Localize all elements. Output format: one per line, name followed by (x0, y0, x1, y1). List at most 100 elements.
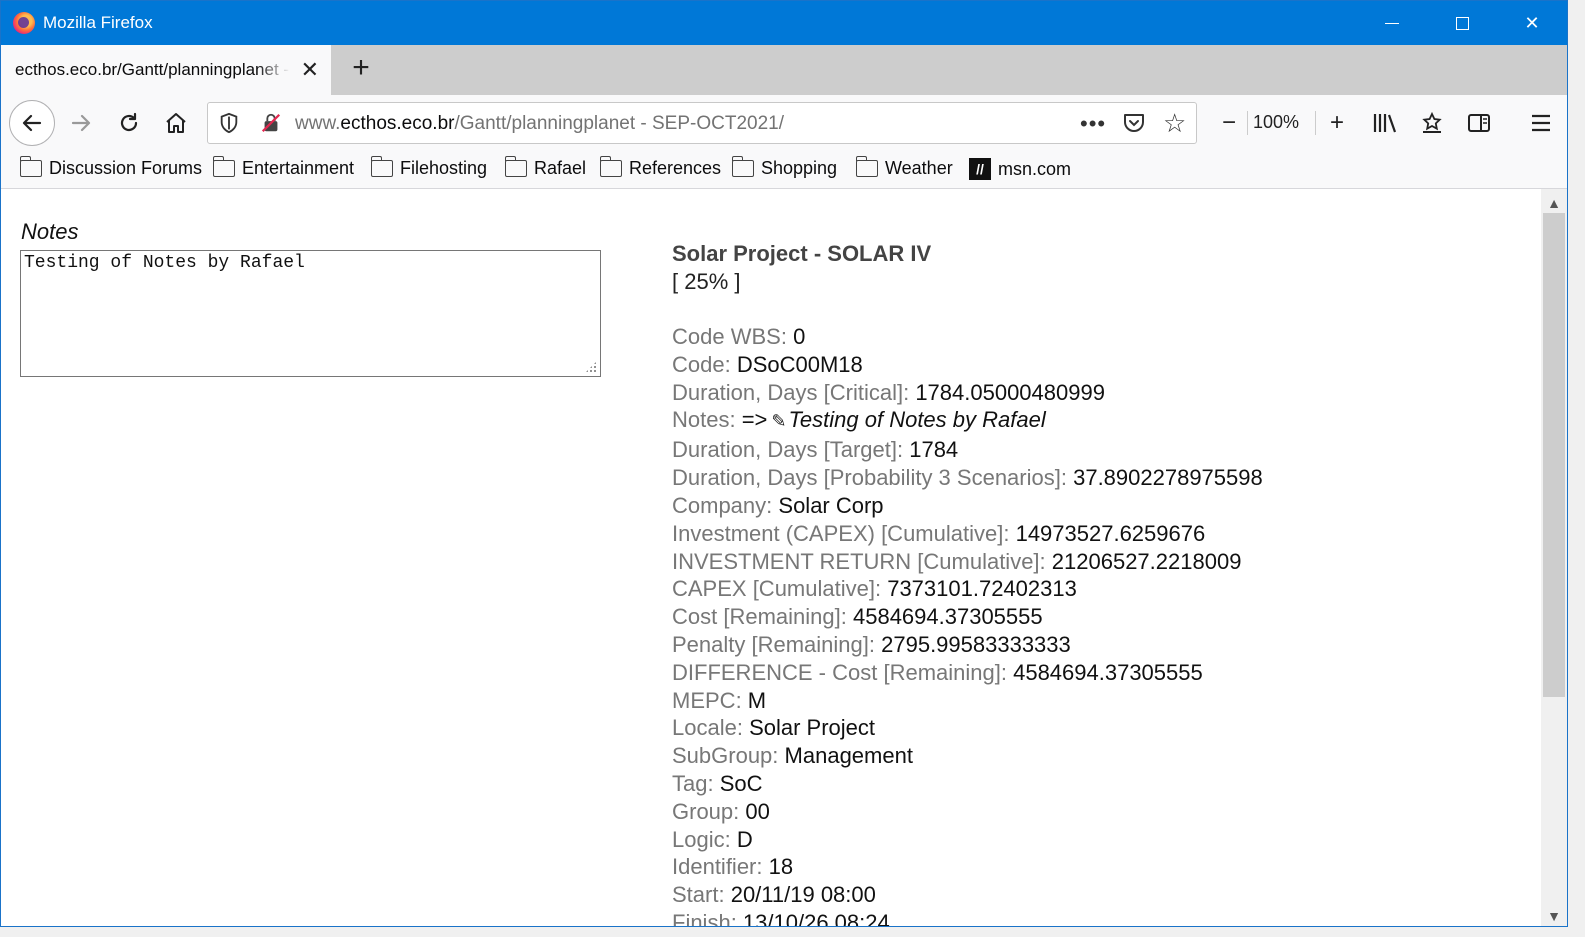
library-icon (1373, 114, 1397, 133)
plus-icon: + (1329, 109, 1344, 136)
field-value: 13/10/26 08:24 (742, 909, 890, 927)
field-value: M (747, 687, 767, 713)
field-row: Duration, Days [Probability 3 Scenarios]… (672, 465, 1263, 491)
field-row: Penalty [Remaining]: 2795.99583333333 (672, 631, 1071, 657)
field-row: Duration, Days [Target]: 1784 (672, 437, 959, 463)
field-row: Company: Solar Corp (672, 492, 884, 518)
notes-textarea[interactable]: Testing of Notes by Rafael (20, 250, 601, 377)
folder-icon (731, 156, 754, 177)
minimize-icon (1385, 22, 1399, 24)
url-bar[interactable]: www.ecthos.eco.br/Gantt/planningplanet -… (207, 102, 1197, 144)
field-key: Identifier (672, 854, 757, 880)
toolbar-separator (1247, 111, 1248, 135)
toolbar-separator (1315, 111, 1316, 135)
hamburger-menu-button[interactable] (1521, 103, 1561, 143)
browser-window: Mozilla Firefox ✕ ecthos.eco.br/Gantt/pl… (0, 0, 1568, 927)
pocket-icon[interactable] (1122, 112, 1146, 134)
back-button[interactable] (9, 100, 55, 146)
field-row: Group: 00 (672, 798, 770, 824)
sidebar-toggle-button[interactable] (1459, 103, 1499, 143)
bookmark-msn[interactable]: // msn.com (969, 158, 1071, 180)
star-tray-icon (1422, 111, 1442, 133)
scroll-down-icon[interactable]: ▼ (1541, 904, 1567, 926)
reload-button[interactable] (109, 103, 149, 143)
url-text[interactable]: www.ecthos.eco.br/Gantt/planningplanet -… (295, 113, 784, 135)
forward-button[interactable] (61, 103, 101, 143)
field-row: Duration, Days [Critical]: 1784.05000480… (672, 379, 1105, 405)
field-key: Duration, Days [Probability 3 Scenarios] (672, 465, 1061, 491)
field-key: DIFFERENCE - Cost [Remaining] (672, 659, 1001, 685)
back-arrow-icon (22, 114, 42, 132)
page-actions-more-icon[interactable]: ••• (1080, 111, 1106, 137)
field-key: Cost [Remaining] (672, 604, 841, 630)
field-value: 14973527.6259676 (1015, 520, 1206, 546)
tab-close-icon[interactable]: ✕ (301, 57, 319, 83)
field-value: SoC (719, 770, 763, 796)
bookmark-rafael[interactable]: Rafael (504, 156, 586, 179)
notes-label: Notes (21, 219, 79, 244)
bookmark-star-icon[interactable]: ☆ (1163, 110, 1186, 136)
field-key: Group (672, 798, 734, 824)
zoom-out-button[interactable]: − (1209, 103, 1249, 143)
close-window-button[interactable]: ✕ (1497, 1, 1567, 45)
bookmark-label: Weather (885, 158, 953, 178)
field-row: DIFFERENCE - Cost [Remaining]: 4584694.3… (672, 659, 1203, 685)
field-row: Locale: Solar Project (672, 715, 876, 741)
tab-active[interactable]: ecthos.eco.br/Gantt/planningplanet - SEP… (1, 45, 331, 95)
window-title: Mozilla Firefox (43, 13, 153, 32)
firefox-logo-icon (13, 12, 35, 34)
forward-arrow-icon (71, 114, 91, 132)
tracking-shield-icon[interactable] (218, 112, 240, 134)
notes-row: Notes: => ✎Testing of Notes by Rafael (672, 406, 1263, 436)
new-tab-button[interactable]: + (345, 53, 377, 85)
field-row: Logic: D (672, 826, 753, 852)
project-title: Solar Project - SOLAR IV (672, 241, 932, 266)
navigation-toolbar: www.ecthos.eco.br/Gantt/planningplanet -… (1, 95, 1567, 151)
bookmark-references[interactable]: References (599, 156, 721, 179)
bookmark-filehosting[interactable]: Filehosting (370, 156, 488, 179)
field-row: Code: DSoC00M18 (672, 351, 863, 377)
insecure-lock-icon[interactable] (260, 112, 282, 134)
bookmark-weather[interactable]: Weather (855, 156, 953, 179)
sidebar-icon (1468, 114, 1490, 132)
title-bar: Mozilla Firefox ✕ (1, 1, 1567, 45)
field-value: 1784.05000480999 (915, 379, 1105, 405)
field-key: Code (672, 351, 725, 377)
field-value: 4584694.37305555 (1013, 659, 1203, 685)
home-icon (166, 113, 186, 133)
minimize-button[interactable] (1357, 1, 1427, 45)
home-button[interactable] (156, 103, 196, 143)
scroll-up-icon[interactable]: ▲ (1541, 191, 1567, 215)
bookmark-discussion-forums[interactable]: Discussion Forums (19, 156, 202, 179)
field-key: Start (672, 882, 719, 908)
zoom-level[interactable]: 100% (1253, 112, 1299, 133)
maximize-icon (1455, 16, 1469, 30)
pin-star-button[interactable] (1412, 103, 1452, 143)
field-value: 21206527.2218009 (1051, 548, 1242, 574)
maximize-button[interactable] (1427, 1, 1497, 45)
field-row: SubGroup: Management (672, 743, 913, 769)
zoom-in-button[interactable]: + (1317, 103, 1357, 143)
tab-title: ecthos.eco.br/Gantt/planningplanet - SEP… (15, 60, 290, 79)
folder-icon (370, 156, 393, 177)
bookmark-label: Entertainment (242, 158, 355, 178)
msn-favicon-icon: // (969, 158, 991, 180)
field-row: Start: 20/11/19 08:00 (672, 882, 876, 908)
bookmark-shopping[interactable]: Shopping (731, 156, 837, 179)
field-value: 20/11/19 08:00 (730, 882, 876, 908)
vertical-scrollbar[interactable]: ▲ ▼ (1541, 189, 1567, 926)
folder-icon (19, 156, 42, 177)
field-key: Investment (CAPEX) [Cumulative] (672, 520, 1004, 546)
url-path: /Gantt/planningplanet - SEP-OCT2021/ (454, 113, 785, 134)
bookmark-entertainment[interactable]: Entertainment (212, 156, 355, 179)
bookmark-label: Filehosting (400, 158, 488, 178)
field-key: Penalty [Remaining] (672, 631, 869, 657)
project-fields: Code WBS: 0 Code: DSoC00M18 Duration, Days… (672, 323, 1263, 927)
field-value: 18 (768, 854, 794, 880)
reload-icon (120, 112, 138, 132)
field-key: MEPC (672, 687, 736, 713)
field-key: SubGroup (672, 743, 773, 769)
folder-icon (504, 156, 527, 177)
library-button[interactable] (1365, 103, 1405, 143)
scroll-thumb[interactable] (1543, 213, 1565, 697)
